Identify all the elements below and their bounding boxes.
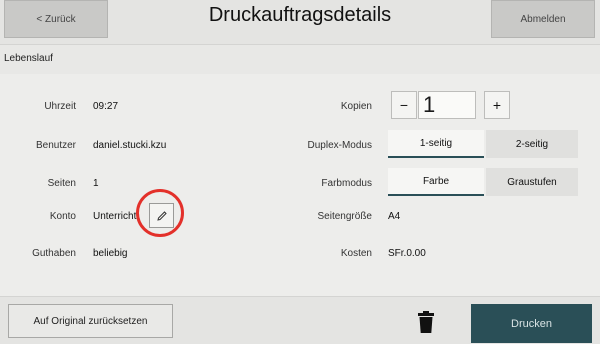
duplex-option-simplex[interactable]: 1-seitig <box>388 130 484 158</box>
document-bar: Lebenslauf <box>0 44 600 75</box>
page-size-value: A4 <box>388 211 401 222</box>
duplex-option-duplex[interactable]: 2-seitig <box>486 130 578 158</box>
cost-label: Kosten <box>340 248 372 259</box>
copies-minus-button[interactable]: − <box>391 91 417 119</box>
duplex-label: Duplex-Modus <box>307 140 372 151</box>
page-size-label: Seitengröße <box>317 211 372 222</box>
user-label: Benutzer <box>35 140 76 151</box>
reset-to-original-button[interactable]: Auf Original zurücksetzen <box>8 304 173 338</box>
delete-button[interactable] <box>415 310 437 334</box>
print-button[interactable]: Drucken <box>471 304 592 343</box>
user-value: daniel.stucki.kzu <box>93 140 167 151</box>
cost-value: SFr.0.00 <box>388 248 426 259</box>
back-button[interactable]: < Zurück <box>4 0 108 38</box>
color-option-color[interactable]: Farbe <box>388 168 484 196</box>
pages-label: Seiten <box>47 178 76 189</box>
logout-button[interactable]: Abmelden <box>491 0 595 38</box>
account-value: Unterricht <box>93 211 137 222</box>
time-label: Uhrzeit <box>44 101 76 112</box>
credit-label: Guthaben <box>32 248 76 259</box>
account-label: Konto <box>49 211 76 222</box>
copies-input[interactable]: 1 <box>418 91 476 119</box>
color-option-grayscale[interactable]: Graustufen <box>486 168 578 196</box>
color-mode-label: Farbmodus <box>321 178 372 189</box>
pencil-icon <box>156 210 167 221</box>
pages-value: 1 <box>93 178 99 189</box>
edit-account-button[interactable] <box>149 203 174 228</box>
page-title: Druckauftragsdetails <box>208 4 392 26</box>
time-value: 09:27 <box>93 101 119 112</box>
copies-label: Kopien <box>340 101 372 112</box>
trash-icon <box>418 311 434 333</box>
document-name: Lebenslauf <box>4 53 53 64</box>
copies-plus-button[interactable]: + <box>484 91 510 119</box>
credit-value: beliebig <box>93 248 128 259</box>
